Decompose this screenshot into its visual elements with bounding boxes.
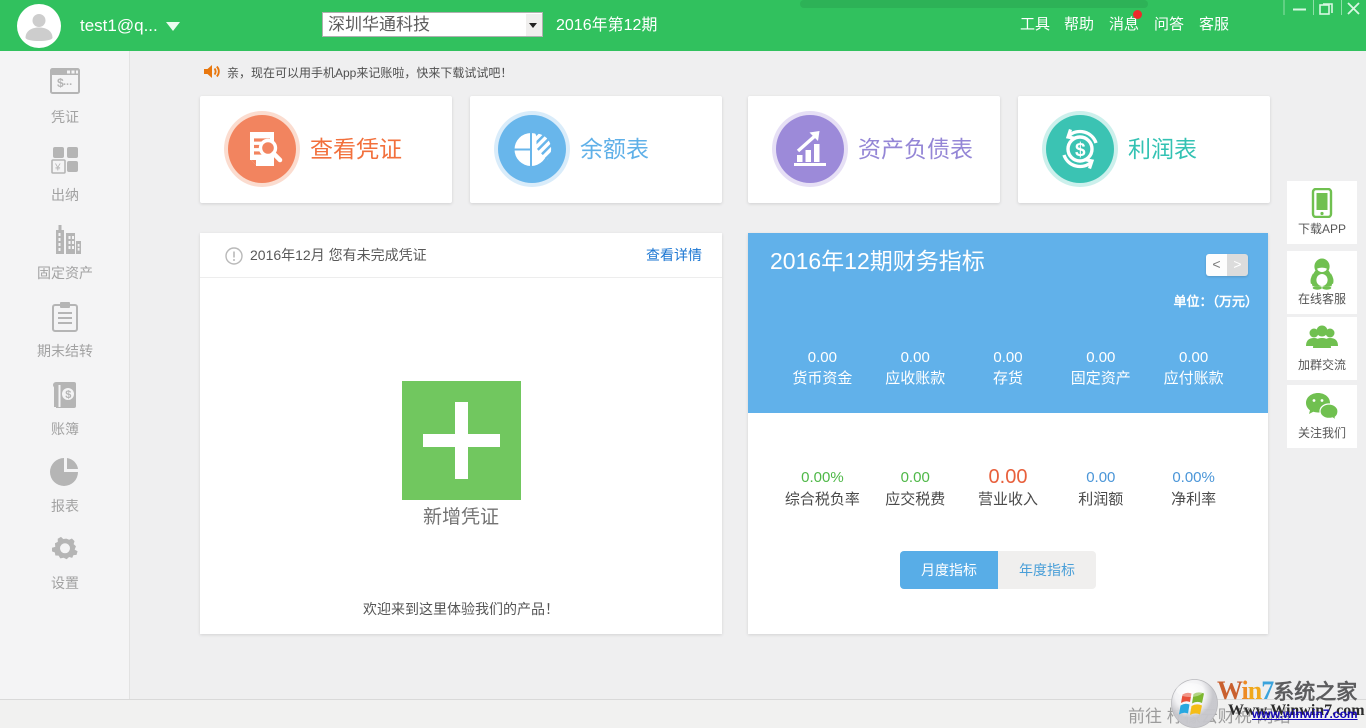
svg-text:$: $: [65, 389, 71, 401]
svg-text:$: $: [1075, 140, 1086, 161]
svg-text:...: ...: [63, 76, 72, 88]
svg-text:¥: ¥: [54, 163, 61, 174]
